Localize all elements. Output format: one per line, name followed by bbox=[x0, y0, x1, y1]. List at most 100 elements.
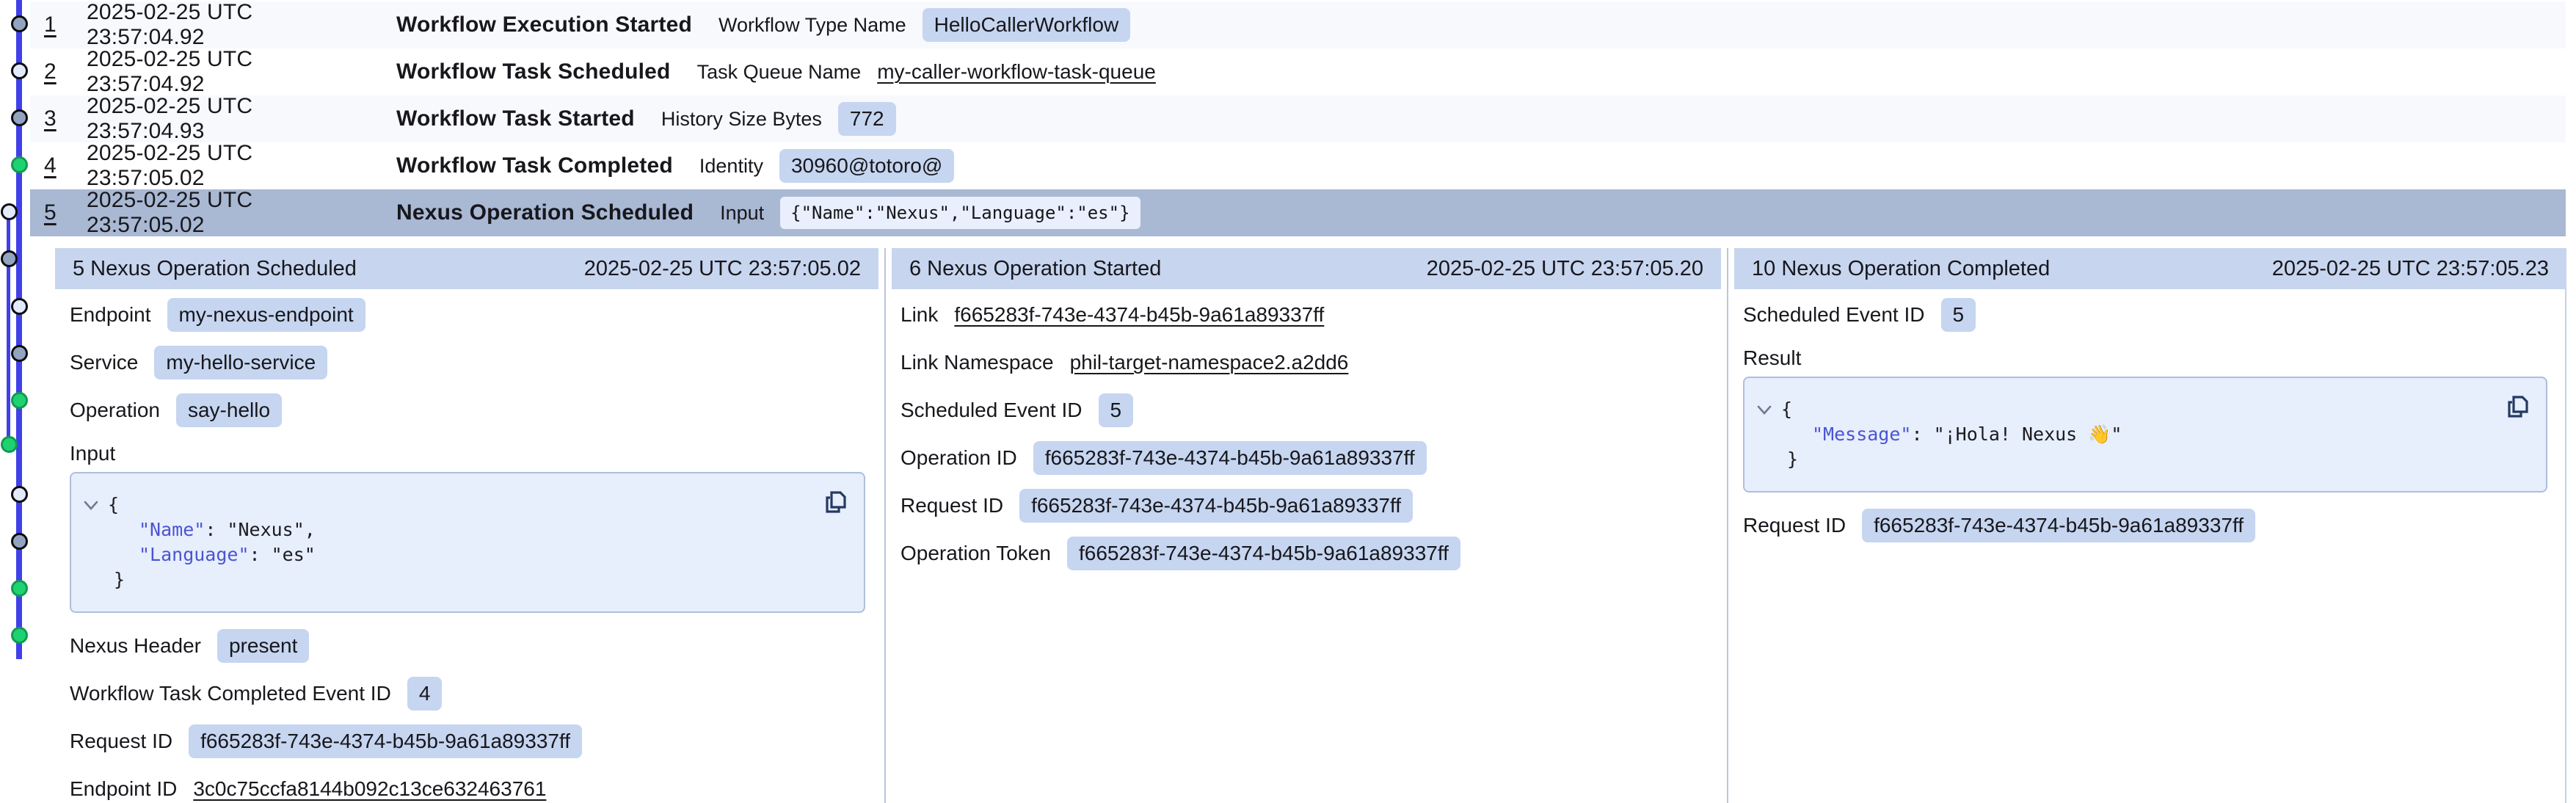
field-scheduled-event-id: Scheduled Event ID 5 bbox=[900, 386, 1708, 434]
field-label: Operation ID bbox=[900, 446, 1017, 470]
timeline-dot-gray bbox=[11, 345, 28, 362]
field-endpoint: Endpoint my-nexus-endpoint bbox=[70, 291, 865, 338]
chevron-down-icon[interactable] bbox=[83, 493, 108, 517]
timeline-dot-green bbox=[11, 156, 28, 173]
panel-nexus-operation-completed: 10 Nexus Operation Completed 2025-02-25 … bbox=[1727, 248, 2566, 803]
request-id-badge: f665283f-743e-4374-b45b-9a61a89337ff bbox=[189, 724, 582, 758]
event-name: Workflow Task Scheduled bbox=[396, 59, 671, 84]
event-row-1[interactable]: 1 2025-02-25 UTC 23:57:04.92 Workflow Ex… bbox=[30, 1, 2566, 48]
panel-nexus-operation-scheduled: 5 Nexus Operation Scheduled 2025-02-25 U… bbox=[55, 248, 884, 803]
timeline-dot-white bbox=[11, 298, 28, 315]
field-label: Link bbox=[900, 303, 938, 327]
json-entry: "Name": "Nexus", bbox=[83, 517, 812, 542]
link-uuid-link[interactable]: f665283f-743e-4374-b45b-9a61a89337ff bbox=[954, 303, 1324, 327]
scheduled-event-id-badge: 5 bbox=[1099, 393, 1134, 427]
event-name: Workflow Task Completed bbox=[396, 153, 673, 178]
panel-title: 10 Nexus Operation Completed bbox=[1752, 257, 2050, 281]
event-id-link[interactable]: 5 bbox=[44, 200, 69, 225]
field-link-namespace: Link Namespace phil-target-namespace2.a2… bbox=[900, 338, 1708, 386]
json-open-line: { bbox=[83, 493, 812, 517]
task-queue-link[interactable]: my-caller-workflow-task-queue bbox=[877, 60, 1156, 84]
endpoint-id-link[interactable]: 3c0c75ccfa8144b092c13ce632463761 bbox=[193, 777, 546, 801]
nexus-header-badge: present bbox=[217, 629, 309, 663]
field-label: Request ID bbox=[1743, 514, 1846, 537]
timeline-dot-gray bbox=[11, 533, 28, 550]
field-operation-id: Operation ID f665283f-743e-4374-b45b-9a6… bbox=[900, 434, 1708, 482]
field-operation: Operation say-hello bbox=[70, 386, 865, 434]
copy-icon[interactable] bbox=[2503, 393, 2531, 421]
field-service: Service my-hello-service bbox=[70, 338, 865, 386]
event-time: 2025-02-25 UTC 23:57:04.93 bbox=[87, 94, 367, 144]
panel-timestamp: 2025-02-25 UTC 23:57:05.02 bbox=[584, 257, 861, 281]
field-request-id: Request ID f665283f-743e-4374-b45b-9a61a… bbox=[900, 482, 1708, 529]
field-label: Endpoint bbox=[70, 303, 151, 327]
timeline-main-line bbox=[16, 0, 22, 659]
input-section-label: Input bbox=[70, 441, 865, 466]
json-open-line: { bbox=[1756, 397, 2495, 422]
field-label: Endpoint ID bbox=[70, 777, 177, 801]
result-section-label: Result bbox=[1743, 346, 2547, 371]
event-id-link[interactable]: 4 bbox=[44, 153, 69, 178]
timeline-dot-green bbox=[11, 627, 28, 644]
event-time: 2025-02-25 UTC 23:57:04.92 bbox=[87, 47, 367, 97]
field-scheduled-event-id: Scheduled Event ID 5 bbox=[1743, 291, 2547, 338]
json-entry: "Message": "¡Hola! Nexus 👋" bbox=[1756, 422, 2495, 447]
panel-body: Link f665283f-743e-4374-b45b-9a61a89337f… bbox=[886, 289, 1727, 577]
event-attr-label: Task Queue Name bbox=[697, 61, 862, 84]
identity-badge: 30960@totoro@ bbox=[779, 149, 954, 183]
json-entry: "Language": "es" bbox=[83, 542, 812, 567]
event-time: 2025-02-25 UTC 23:57:05.02 bbox=[87, 188, 367, 238]
event-id-link[interactable]: 3 bbox=[44, 106, 69, 131]
event-id-link[interactable]: 2 bbox=[44, 59, 69, 84]
json-close-line: } bbox=[1756, 447, 2495, 472]
nexus-operation-group-panels: 5 Nexus Operation Scheduled 2025-02-25 U… bbox=[55, 248, 2566, 803]
operation-id-badge: f665283f-743e-4374-b45b-9a61a89337ff bbox=[1033, 441, 1427, 475]
event-name: Nexus Operation Scheduled bbox=[396, 200, 694, 225]
field-link: Link f665283f-743e-4374-b45b-9a61a89337f… bbox=[900, 291, 1708, 338]
timeline-dot-green bbox=[11, 392, 28, 409]
field-label: Scheduled Event ID bbox=[1743, 303, 1925, 327]
field-label: Operation Token bbox=[900, 542, 1051, 565]
event-attr-label: History Size Bytes bbox=[661, 108, 822, 131]
panel-header: 6 Nexus Operation Started 2025-02-25 UTC… bbox=[892, 248, 1721, 289]
scheduled-event-id-badge: 5 bbox=[1941, 298, 1976, 332]
chevron-down-icon[interactable] bbox=[1756, 397, 1781, 422]
panel-nexus-operation-started: 6 Nexus Operation Started 2025-02-25 UTC… bbox=[884, 248, 1727, 803]
panel-header: 10 Nexus Operation Completed 2025-02-25 … bbox=[1734, 248, 2566, 289]
event-row-2[interactable]: 2 2025-02-25 UTC 23:57:04.92 Workflow Ta… bbox=[30, 48, 2566, 95]
link-namespace-link[interactable]: phil-target-namespace2.a2dd6 bbox=[1070, 351, 1349, 374]
event-time: 2025-02-25 UTC 23:57:04.92 bbox=[87, 0, 367, 50]
operation-token-badge: f665283f-743e-4374-b45b-9a61a89337ff bbox=[1067, 537, 1460, 570]
event-row-4[interactable]: 4 2025-02-25 UTC 23:57:05.02 Workflow Ta… bbox=[30, 142, 2566, 189]
field-label: Nexus Header bbox=[70, 634, 201, 658]
field-nexus-header: Nexus Header present bbox=[70, 622, 865, 669]
timeline-branch-line bbox=[7, 211, 10, 445]
panel-body: Scheduled Event ID 5 Result { "Message":… bbox=[1728, 289, 2566, 549]
input-json-viewer: { "Name": "Nexus", "Language": "es" } bbox=[70, 472, 865, 613]
copy-icon[interactable] bbox=[821, 488, 849, 516]
endpoint-badge: my-nexus-endpoint bbox=[167, 298, 365, 332]
field-operation-token: Operation Token f665283f-743e-4374-b45b-… bbox=[900, 529, 1708, 577]
timeline-dot-white bbox=[1, 203, 18, 220]
json-close-line: } bbox=[83, 567, 812, 592]
event-row-3[interactable]: 3 2025-02-25 UTC 23:57:04.93 Workflow Ta… bbox=[30, 95, 2566, 142]
event-row-5-selected[interactable]: 5 2025-02-25 UTC 23:57:05.02 Nexus Opera… bbox=[30, 189, 2566, 236]
event-history-table: 1 2025-02-25 UTC 23:57:04.92 Workflow Ex… bbox=[30, 1, 2566, 236]
field-request-id: Request ID f665283f-743e-4374-b45b-9a61a… bbox=[1743, 501, 2547, 549]
field-workflow-task-completed-event-id: Workflow Task Completed Event ID 4 bbox=[70, 669, 865, 717]
history-size-badge: 772 bbox=[838, 102, 896, 136]
event-attr-label: Workflow Type Name bbox=[718, 14, 906, 37]
result-json-viewer: { "Message": "¡Hola! Nexus 👋" } bbox=[1743, 377, 2547, 493]
timeline-dot-green bbox=[1, 436, 18, 453]
event-name: Workflow Execution Started bbox=[396, 12, 692, 37]
panel-timestamp: 2025-02-25 UTC 23:57:05.23 bbox=[2272, 257, 2549, 281]
workflow-type-badge: HelloCallerWorkflow bbox=[923, 8, 1131, 42]
panel-timestamp: 2025-02-25 UTC 23:57:05.20 bbox=[1427, 257, 1703, 281]
event-name: Workflow Task Started bbox=[396, 106, 635, 131]
field-request-id: Request ID f665283f-743e-4374-b45b-9a61a… bbox=[70, 717, 865, 765]
field-label: Operation bbox=[70, 399, 160, 422]
field-label: Link Namespace bbox=[900, 351, 1054, 374]
event-id-badge: 4 bbox=[407, 677, 443, 711]
event-id-link[interactable]: 1 bbox=[44, 12, 69, 37]
timeline-dot-gray bbox=[11, 15, 28, 32]
